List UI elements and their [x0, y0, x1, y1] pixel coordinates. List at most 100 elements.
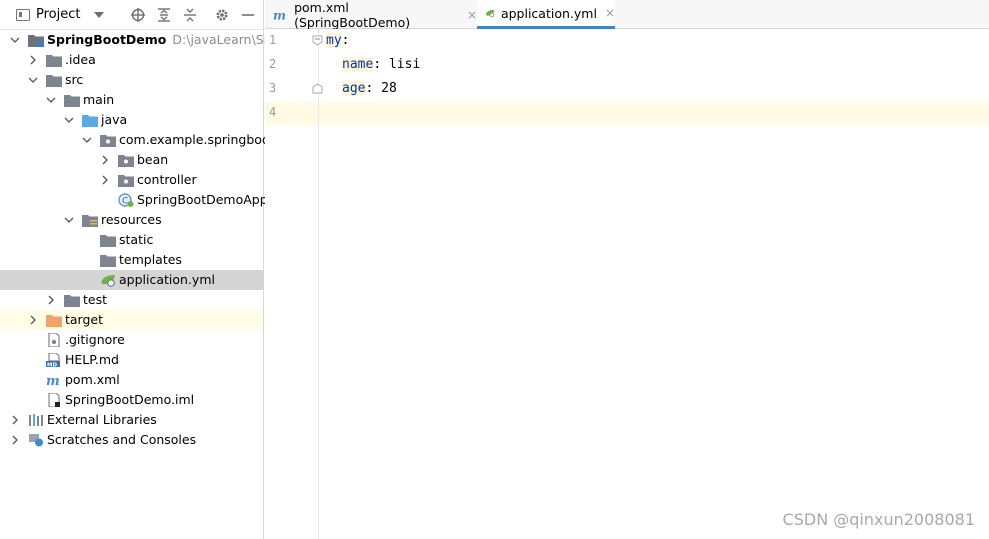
tab-pom-xml[interactable]: m pom.xml (SpringBootDemo) ×	[265, 0, 477, 30]
tree-item-help-md[interactable]: MD HELP.md	[0, 350, 263, 370]
tree-item-package[interactable]: com.example.springboot	[0, 130, 275, 150]
chevron-right-icon[interactable]	[28, 50, 38, 70]
chevron-down-icon[interactable]	[82, 130, 92, 150]
chevron-down-icon[interactable]	[94, 11, 105, 18]
minimize-icon[interactable]	[239, 6, 257, 24]
chevron-right-icon[interactable]	[10, 430, 20, 450]
tree-item-src[interactable]: src	[0, 70, 263, 90]
folder-icon	[64, 295, 80, 307]
spring-config-icon	[101, 275, 115, 287]
tree-item-label: SpringBootDemoApp	[137, 192, 268, 207]
tree-item-label: target	[65, 312, 104, 327]
tree-item-idea[interactable]: .idea	[0, 50, 263, 70]
line-number: 1	[269, 33, 277, 47]
tree-item-label: .idea	[65, 52, 96, 67]
tree-item-label: controller	[137, 172, 197, 187]
tree-item-java[interactable]: java	[0, 110, 263, 130]
folder-icon	[46, 75, 62, 87]
tab-application-yml[interactable]: application.yml ×	[477, 0, 615, 29]
iml-file-icon	[48, 393, 60, 407]
chevron-right-icon[interactable]	[100, 150, 110, 170]
chevron-right-icon[interactable]	[28, 310, 38, 330]
markdown-file-icon: MD	[46, 353, 60, 367]
yaml-value: lisi	[381, 57, 421, 72]
folder-icon	[64, 95, 80, 107]
tree-item-label: application.yml	[119, 272, 215, 287]
tree-item-label: bean	[137, 152, 169, 167]
tree-item-label: java	[101, 112, 128, 127]
tree-item-springbootdemo[interactable]: SpringBootDemo D:\javaLearn\Sprir	[0, 30, 285, 50]
tree-item-test[interactable]: test	[0, 290, 263, 310]
yaml-key: my	[326, 33, 342, 48]
line-number: 2	[269, 57, 277, 71]
code-line-1: my:	[326, 33, 349, 48]
tree-item-label: Scratches and Consoles	[47, 432, 197, 447]
close-icon[interactable]: ×	[467, 8, 477, 22]
svg-text:C: C	[122, 197, 128, 207]
file-icon	[48, 333, 60, 347]
tree-item-label: resources	[101, 212, 162, 227]
tree-item-bean[interactable]: bean	[0, 150, 263, 170]
yaml-key: name	[342, 57, 374, 72]
maven-icon: m	[46, 374, 60, 387]
tree-item-pom-xml[interactable]: m pom.xml	[0, 370, 263, 390]
code-editor[interactable]: 1 2 3 4 my: name: lisi age: 28	[265, 29, 989, 539]
yaml-key: age	[342, 81, 366, 96]
svg-text:MD: MD	[47, 362, 57, 367]
chevron-down-icon[interactable]	[64, 210, 74, 230]
tree-item-templates[interactable]: templates	[0, 250, 263, 270]
code-line-3: age: 28	[342, 81, 397, 96]
expand-all-icon[interactable]	[155, 6, 173, 24]
code-line-2: name: lisi	[342, 57, 420, 72]
chevron-right-icon[interactable]	[100, 170, 110, 190]
scratches-icon	[29, 434, 43, 447]
package-icon	[118, 155, 134, 167]
tree-item-target[interactable]: target	[0, 310, 263, 330]
watermark: CSDN @qinxun2008081	[782, 510, 975, 529]
chevron-down-icon[interactable]	[64, 110, 74, 130]
chevron-down-icon[interactable]	[28, 70, 38, 90]
project-tree: SpringBootDemo D:\javaLearn\Sprir .idea s…	[0, 30, 285, 450]
chevron-right-icon[interactable]	[46, 290, 56, 310]
module-folder-icon	[28, 35, 44, 47]
tab-label: application.yml	[500, 5, 597, 21]
spring-config-icon	[485, 9, 495, 18]
project-view-selector[interactable]: Project	[36, 7, 80, 22]
chevron-down-icon[interactable]	[46, 90, 56, 110]
tree-item-resources[interactable]: resources	[0, 210, 263, 230]
tree-item-application-yml[interactable]: application.yml	[0, 270, 263, 290]
chevron-down-icon[interactable]	[10, 30, 20, 50]
package-icon	[100, 135, 116, 147]
tree-item-label: com.example.springboot	[119, 132, 275, 147]
collapse-all-icon[interactable]	[181, 6, 199, 24]
tree-item-external-libraries[interactable]: External Libraries	[0, 410, 263, 430]
tree-item-label: static	[119, 232, 154, 247]
line-number: 3	[269, 81, 277, 95]
tree-item-main[interactable]: main	[0, 90, 263, 110]
tree-item-static[interactable]: static	[0, 230, 263, 250]
library-icon	[29, 414, 43, 426]
source-folder-icon	[82, 115, 98, 127]
tree-item-label: .gitignore	[65, 332, 125, 347]
tree-item-controller[interactable]: controller	[0, 170, 263, 190]
project-view-icon	[16, 8, 30, 21]
gear-icon[interactable]	[213, 6, 231, 24]
folder-icon	[100, 255, 116, 267]
locate-icon[interactable]	[129, 6, 147, 24]
fold-end-marker-icon[interactable]	[312, 83, 323, 94]
close-icon[interactable]: ×	[605, 6, 615, 20]
tree-item-springbootdemoapp[interactable]: C SpringBootDemoApp	[0, 190, 268, 210]
project-toolbar: Project	[0, 0, 263, 30]
spring-class-icon: C	[118, 193, 134, 207]
maven-icon: m	[273, 8, 286, 22]
folder-icon	[100, 235, 116, 247]
tree-item-label: templates	[119, 252, 182, 267]
tree-item-scratches[interactable]: Scratches and Consoles	[0, 430, 263, 450]
chevron-right-icon[interactable]	[10, 410, 20, 430]
tree-item-gitignore[interactable]: .gitignore	[0, 330, 263, 350]
yaml-value: 28	[373, 81, 397, 96]
tree-item-iml[interactable]: SpringBootDemo.iml	[0, 390, 263, 410]
fold-marker-icon[interactable]	[312, 35, 323, 46]
tree-item-label: pom.xml	[65, 372, 120, 387]
line-number: 4	[269, 105, 277, 119]
